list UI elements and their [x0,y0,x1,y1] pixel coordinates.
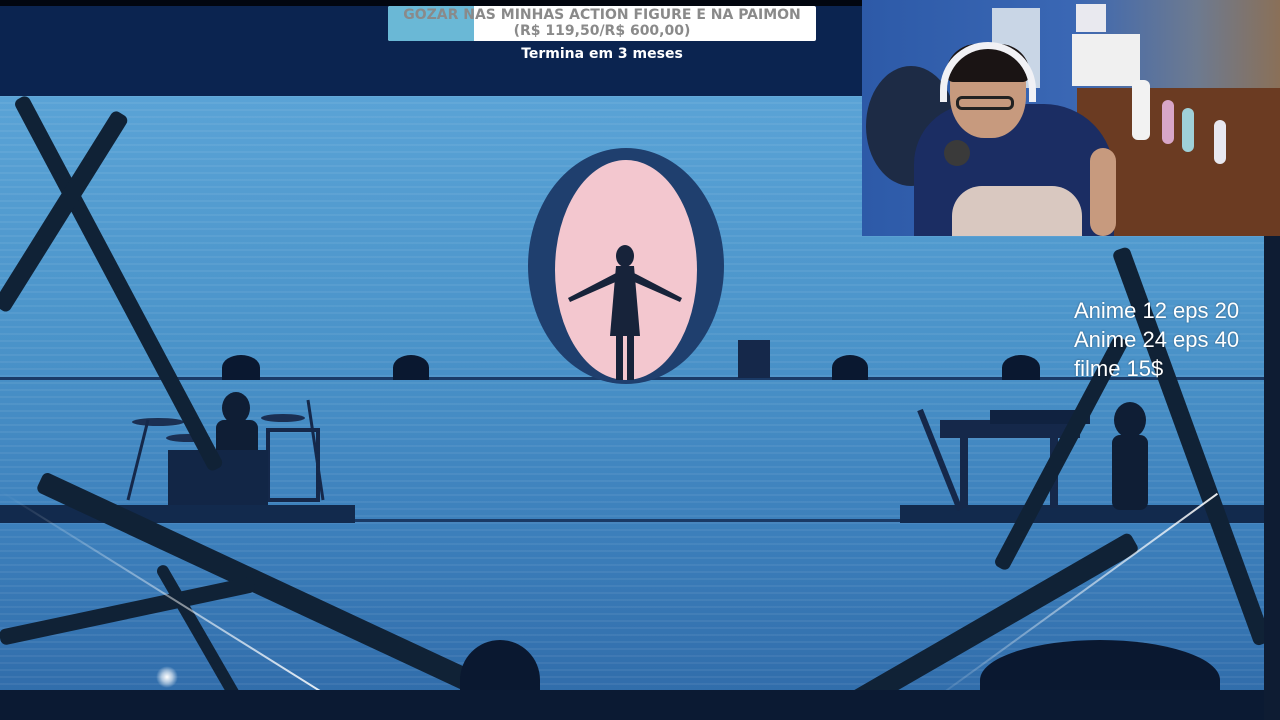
streamer-arm [1090,148,1116,236]
glasses-icon [956,96,1014,110]
subgoal-progress-bar: GOZAR NAS MINHAS ACTION FIGURE E NA PAIM… [388,6,816,41]
singer-silhouette [568,245,682,380]
stage-monitor [1002,355,1040,380]
webcam-console-box [1072,34,1140,86]
microphone-icon [944,140,970,166]
webcam-overlay [862,0,1280,236]
action-figure [1214,120,1226,164]
stage-light [156,666,178,688]
drum-kit [126,392,325,505]
mic-stand [738,340,770,378]
webcam-controller-box [1076,4,1106,32]
bottle [1132,80,1150,140]
stage-monitor [832,355,868,380]
action-figure [1162,100,1174,144]
webcam-pillow [952,186,1082,236]
video-right-edge [1264,236,1280,720]
stage-monitor [222,355,260,380]
subgoal-label: GOZAR NAS MINHAS ACTION FIGURE E NA PAIM… [388,7,816,39]
subgoal-title: GOZAR NAS MINHAS ACTION FIGURE E NA PAIM… [403,7,801,23]
subgoal-ends: Termina em 3 meses [521,46,683,62]
price-list-overlay: Anime 12 eps 20 Anime 24 eps 40 filme 15… [1074,296,1239,383]
stage-floor [0,690,1280,720]
price-item: Anime 12 eps 20 [1074,298,1240,323]
price-item: Anime 24 eps 40 [1074,327,1240,352]
price-item: filme 15$ [1074,356,1164,381]
stage-monitor [393,355,429,380]
action-figure [1182,108,1194,152]
subgoal-amount: (R$ 119,50/R$ 600,00) [513,23,691,39]
